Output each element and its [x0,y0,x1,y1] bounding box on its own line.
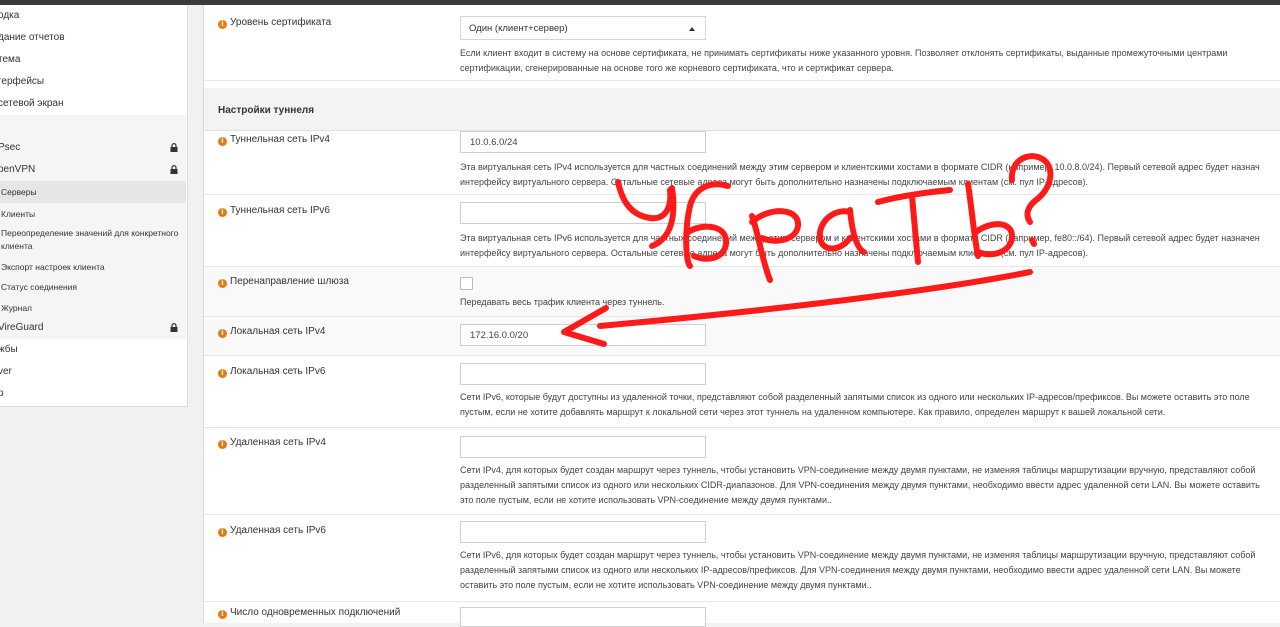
lock-icon [170,323,178,332]
row-gateway-redirect: i Перенаправление шлюза Передавать весь т… [204,267,1280,317]
lock-icon [170,143,178,152]
sidebar-item-wireguard[interactable]: VireGuard [0,317,186,339]
tunnel-ipv6-help: Эта виртуальная сеть IPv6 используется д… [460,233,1260,258]
row-tunnel-ipv6: i Туннельная сеть IPv6 Эта виртуальная се… [204,195,1280,267]
sidebar-item-vpn[interactable]: I [0,115,186,137]
local-ipv4-label: i Локальная сеть IPv4 [218,326,325,338]
sidebar-item-openvpn[interactable]: penVPN [0,159,186,181]
sidebar-item-ipsec[interactable]: Psec [0,137,186,159]
cert-depth-select[interactable]: Один (клиент+сервер) [460,16,706,40]
local-ipv6-label: i Локальная сеть IPv6 [218,366,325,378]
tunnel-ipv6-label: i Туннельная сеть IPv6 [218,205,330,217]
info-icon[interactable]: i [218,610,227,619]
remote-ipv4-input[interactable] [460,436,706,458]
local-ipv4-input[interactable]: 172.16.0.0/20 [460,324,706,346]
sidebar-item-connection-status[interactable]: Статус соединения [0,276,186,298]
tunnel-ipv4-label: i Туннельная сеть IPv4 [218,134,330,146]
remote-ipv6-label: i Удаленная сеть IPv6 [218,525,326,537]
info-icon[interactable]: i [218,208,227,217]
sidebar-item-services[interactable]: жбы [0,339,186,361]
row-cert-depth: i Уровень сертификата Один (клиент+сервер… [204,5,1280,81]
sidebar-item-help[interactable]: p [0,383,186,405]
concurrent-connections-label: i Число одновременных подключений [218,607,400,619]
gateway-redirect-checkbox[interactable] [460,277,473,290]
sidebar-item-servers[interactable]: Серверы [0,181,186,203]
cert-depth-help: Если клиент входит в систему на основе с… [460,48,1228,73]
cert-depth-label: i Уровень сертификата [218,17,331,29]
remote-ipv4-label: i Удаленная сеть IPv4 [218,437,326,449]
info-icon[interactable]: i [218,369,227,378]
row-remote-ipv4: i Удаленная сеть IPv4 Сети IPv4, для кото… [204,428,1280,515]
row-remote-ipv6: i Удаленная сеть IPv6 Сети IPv6, для кото… [204,515,1280,602]
sidebar-item-interfaces[interactable]: герфейсы [0,71,186,93]
info-icon[interactable]: i [218,440,227,449]
row-local-ipv4: i Локальная сеть IPv4 172.16.0.0/20 [204,317,1280,356]
remote-ipv6-help: Сети IPv6, для которых будет создан марш… [460,550,1256,590]
tunnel-ipv6-input[interactable] [460,202,706,224]
info-icon[interactable]: i [218,20,227,29]
section-title: Настройки туннеля [218,105,315,116]
info-icon[interactable]: i [218,329,227,338]
local-ipv6-input[interactable] [460,363,706,385]
info-icon[interactable]: i [218,528,227,537]
local-ipv6-help: Сети IPv6, которые будут доступны из уда… [460,392,1250,417]
sidebar-item-power[interactable]: ver [0,361,186,383]
row-concurrent-connections: i Число одновременных подключений [204,602,1280,627]
sidebar-item-reporting[interactable]: дание отчетов [0,27,186,49]
sidebar-item-firewall[interactable]: сетевой экран [0,93,186,115]
caret-up-icon [689,27,695,31]
info-icon[interactable]: i [218,137,227,146]
sidebar-item-dashboard[interactable]: одка [0,5,186,27]
lock-icon [170,165,178,174]
concurrent-connections-input[interactable] [460,607,706,627]
sidebar-item-client-overrides[interactable]: Переопределение значений для конкретного… [0,221,186,259]
tunnel-ipv4-help: Эта виртуальная сеть IPv4 используется д… [460,162,1260,187]
row-tunnel-ipv4: i Туннельная сеть IPv4 10.0.6.0/24 Эта ви… [204,123,1280,195]
sidebar: одка дание отчетов тема герфейсы сетевой… [0,5,188,407]
settings-form: i Уровень сертификата Один (клиент+сервер… [203,5,1280,627]
gateway-redirect-label: i Перенаправление шлюза [218,276,349,288]
remote-ipv6-input[interactable] [460,521,706,543]
remote-ipv4-help: Сети IPv4, для которых будет создан марш… [460,465,1260,505]
sidebar-item-client-export[interactable]: Экспорт настроек клиента [0,256,186,278]
gateway-redirect-help: Передавать весь трафик клиента через тун… [460,297,665,307]
sidebar-item-system[interactable]: тема [0,49,186,71]
info-icon[interactable]: i [218,279,227,288]
row-local-ipv6: i Локальная сеть IPv6 Сети IPv6, которые … [204,356,1280,428]
tunnel-ipv4-input[interactable]: 10.0.6.0/24 [460,131,706,153]
sidebar-item-log[interactable]: Журнал [0,297,186,319]
